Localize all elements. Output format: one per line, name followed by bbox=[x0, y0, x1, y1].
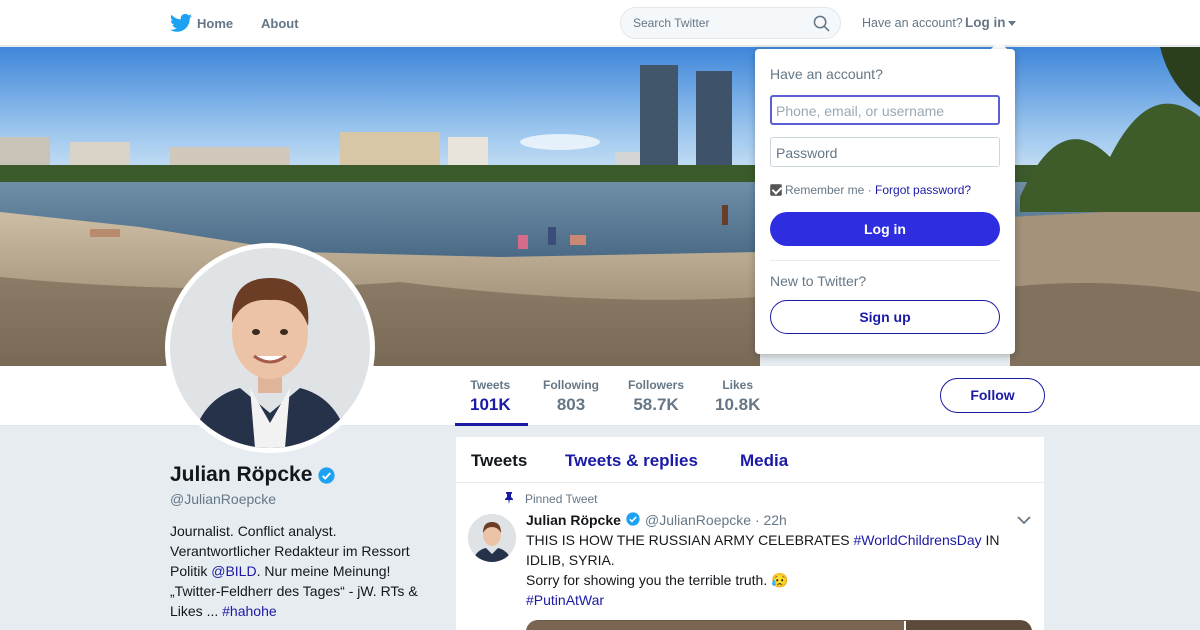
profile-handle[interactable]: @JulianRoepcke bbox=[170, 491, 276, 507]
signup-button[interactable]: Sign up bbox=[770, 300, 1000, 334]
tweet-hashtag-link[interactable]: #PutinAtWar bbox=[526, 592, 604, 608]
verified-badge-icon bbox=[318, 467, 335, 484]
login-button[interactable]: Log in bbox=[770, 212, 1000, 246]
tweet-avatar-image bbox=[468, 514, 516, 562]
username-field[interactable]: Phone, email, or username bbox=[770, 95, 1000, 125]
tweet-media-image bbox=[526, 621, 1032, 630]
tweet-avatar[interactable] bbox=[468, 514, 516, 562]
bio-text: Likes ... bbox=[170, 603, 223, 619]
remember-me-label[interactable]: Remember me bbox=[785, 183, 864, 197]
login-dropdown-toggle[interactable]: Log in bbox=[965, 15, 1006, 30]
stat-value: 58.7K bbox=[633, 395, 679, 414]
forgot-password-link[interactable]: Forgot password? bbox=[875, 183, 971, 197]
stat-label: Tweets bbox=[470, 378, 511, 392]
bio-text: Politik bbox=[170, 563, 212, 579]
stat-value: 101K bbox=[470, 395, 511, 414]
active-stat-indicator bbox=[455, 423, 528, 426]
remember-me-checkbox[interactable] bbox=[770, 184, 782, 196]
search-box[interactable]: Search Twitter bbox=[620, 7, 841, 39]
verified-badge-icon bbox=[626, 512, 640, 526]
tweet-text: THIS IS HOW THE RUSSIAN ARMY CELEBRATES … bbox=[526, 530, 1026, 610]
bio-text: „Twitter-Feldherr des Tages“ - jW. RTs & bbox=[170, 583, 418, 599]
pinned-tweet-label: Pinned Tweet bbox=[525, 492, 598, 506]
profile-bio: Journalist. Conflict analyst. Verantwort… bbox=[170, 521, 440, 621]
search-icon[interactable] bbox=[813, 15, 830, 32]
tweet-text-part: THIS IS HOW THE RUSSIAN ARMY CELEBRATES bbox=[526, 532, 854, 548]
search-input[interactable]: Search Twitter bbox=[633, 16, 709, 30]
new-to-twitter-text: New to Twitter? bbox=[770, 273, 867, 289]
tab-tweets-replies[interactable]: Tweets & replies bbox=[565, 451, 698, 471]
tweet-text-part: Sorry for showing you the terrible truth… bbox=[526, 572, 789, 588]
profile-name: Julian Röpcke bbox=[170, 463, 313, 486]
tweet-hashtag-link[interactable]: #WorldChildrensDay bbox=[854, 532, 982, 548]
profile-avatar[interactable] bbox=[165, 243, 375, 453]
dropdown-title: Have an account? bbox=[770, 66, 883, 82]
timeline: Tweets Tweets & replies Media Pinned Twe… bbox=[456, 437, 1044, 630]
remember-me-row: Remember me · Forgot password? bbox=[770, 183, 971, 197]
bio-text: Journalist. Conflict analyst. bbox=[170, 523, 337, 539]
top-nav: Home About Search Twitter Have an accoun… bbox=[0, 0, 1200, 46]
password-field[interactable]: Password bbox=[770, 137, 1000, 167]
follow-button[interactable]: Follow bbox=[940, 378, 1045, 413]
timeline-tabs: Tweets Tweets & replies Media bbox=[456, 437, 1044, 483]
tweet-handle-text: @JulianRoepcke bbox=[645, 512, 752, 528]
nav-about-link[interactable]: About bbox=[261, 16, 299, 31]
twitter-bird-icon[interactable] bbox=[170, 13, 192, 33]
stat-following[interactable]: Following 803 bbox=[543, 378, 599, 415]
bio-text: . Nur meine Meinung! bbox=[256, 563, 391, 579]
tweet-author-name[interactable]: Julian Röpcke bbox=[526, 512, 621, 528]
tab-tweets[interactable]: Tweets bbox=[471, 451, 527, 471]
nav-home-link[interactable]: Home bbox=[197, 16, 233, 31]
tweet-media[interactable] bbox=[526, 620, 1032, 630]
stat-followers[interactable]: Followers 58.7K bbox=[628, 378, 684, 415]
tab-media[interactable]: Media bbox=[740, 451, 788, 471]
stat-value: 803 bbox=[556, 395, 586, 414]
divider bbox=[770, 260, 1000, 261]
stat-label: Following bbox=[543, 378, 599, 392]
separator-text: · bbox=[864, 183, 876, 197]
tweet-timestamp[interactable]: · 22h bbox=[755, 512, 787, 528]
stat-label: Likes bbox=[722, 378, 754, 392]
login-dropdown: Have an account? Phone, email, or userna… bbox=[755, 49, 1015, 354]
have-account-text: Have an account? bbox=[862, 16, 963, 30]
bio-mention-link[interactable]: @BILD bbox=[211, 563, 256, 579]
caret-down-icon[interactable] bbox=[1008, 21, 1016, 26]
avatar-image bbox=[170, 248, 370, 448]
pin-icon bbox=[505, 492, 513, 504]
tweet-author-handle[interactable]: @JulianRoepcke · 22h bbox=[645, 512, 787, 528]
bio-text: Verantwortlicher Redakteur im Ressort bbox=[170, 543, 410, 559]
stat-label: Followers bbox=[628, 378, 685, 392]
stat-likes[interactable]: Likes 10.8K bbox=[715, 378, 760, 415]
stat-value: 10.8K bbox=[715, 395, 761, 414]
chevron-down-icon[interactable] bbox=[1017, 515, 1031, 525]
stat-tweets[interactable]: Tweets 101K bbox=[470, 378, 511, 415]
bio-hashtag-link[interactable]: #hahohe bbox=[222, 603, 277, 619]
